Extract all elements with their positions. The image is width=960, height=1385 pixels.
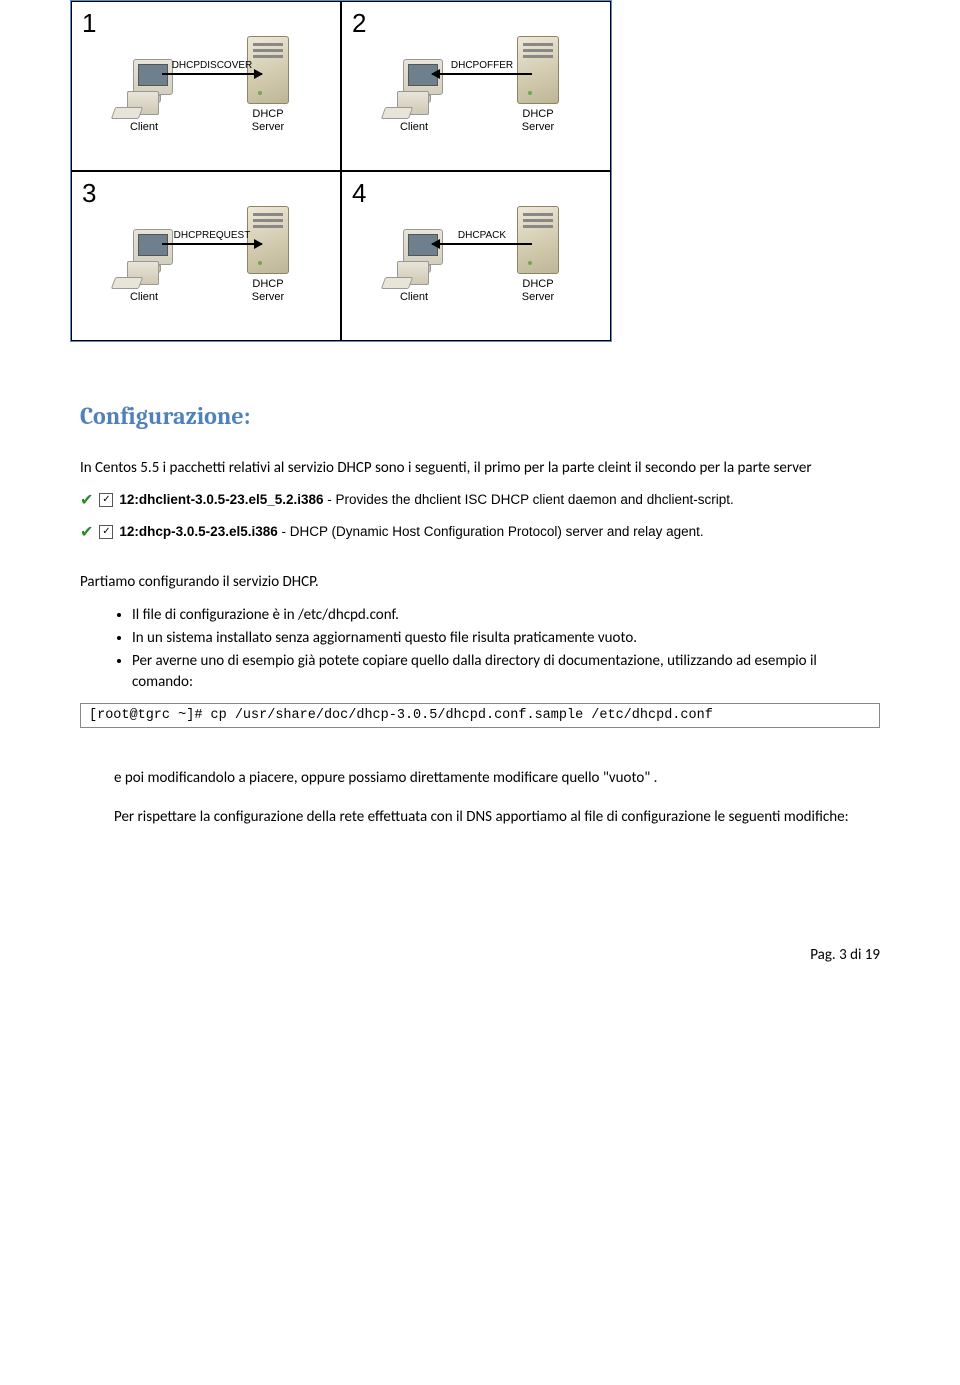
- client-label: Client: [130, 121, 158, 134]
- server-label: DHCPServer: [252, 278, 284, 304]
- client-label: Client: [400, 291, 428, 304]
- dhcp-message-arrow: DHCPREQUEST: [162, 230, 262, 260]
- package-row: ✔ ✓ 12:dhclient-3.0.5-23.el5_5.2.i386 - Pr…: [80, 491, 880, 513]
- arrow-right-icon: [162, 243, 262, 245]
- list-item: Il file di configurazione è in /etc/dhcp…: [132, 605, 880, 626]
- check-icon: ✔: [80, 490, 93, 512]
- dhcp-message-arrow: DHCPDISCOVER: [162, 60, 262, 90]
- quadrant-number: 2: [352, 8, 366, 39]
- checkbox-icon: ✓: [99, 493, 113, 507]
- section-heading: Configurazione:: [80, 402, 880, 430]
- page-footer: Pag. 3 di 19: [0, 886, 960, 984]
- terminal-command: [root@tgrc ~]# cp /usr/share/doc/dhcp-3.…: [80, 703, 880, 728]
- package-text: 12:dhclient-3.0.5-23.el5_5.2.i386 - Prov…: [119, 491, 733, 510]
- package-list: ✔ ✓ 12:dhclient-3.0.5-23.el5_5.2.i386 - Pr…: [80, 491, 880, 546]
- checkbox-icon: ✓: [99, 525, 113, 539]
- config-intro: Partiamo configurando il servizio DHCP.: [80, 572, 880, 593]
- server-label: DHCPServer: [522, 108, 554, 134]
- package-row: ✔ ✓ 12:dhcp-3.0.5-23.el5.i386 - DHCP (Dyna…: [80, 523, 880, 545]
- diagram-quadrant: 3 Client DHCPServer DHCPREQUEST: [71, 171, 341, 341]
- diagram-quadrant: 4 Client DHCPServer DHCPACK: [341, 171, 611, 341]
- quadrant-number: 3: [82, 178, 96, 209]
- dhcp-message-label: DHCPOFFER: [432, 60, 532, 71]
- diagram-quadrant: 2 Client DHCPServer DHCPOFFER: [341, 1, 611, 171]
- client-label: Client: [400, 121, 428, 134]
- dhcp-diagram: 1 Client DHCPServer DHCPDISCOVER 2 Client DHCP…: [70, 0, 612, 342]
- list-item: In un sistema installato senza aggiornam…: [132, 628, 880, 649]
- list-item: Per averne uno di esempio già potete cop…: [132, 651, 880, 693]
- client-label: Client: [130, 291, 158, 304]
- dhcp-message-arrow: DHCPACK: [432, 230, 532, 260]
- arrow-left-icon: [432, 243, 532, 245]
- dhcp-message-label: DHCPACK: [432, 230, 532, 241]
- arrow-left-icon: [432, 73, 532, 75]
- diagram-quadrant: 1 Client DHCPServer DHCPDISCOVER: [71, 1, 341, 171]
- dhcp-message-label: DHCPDISCOVER: [162, 60, 262, 71]
- server-label: DHCPServer: [522, 278, 554, 304]
- bullet-list: Il file di configurazione è in /etc/dhcp…: [80, 605, 880, 693]
- check-icon: ✔: [80, 522, 93, 544]
- quadrant-number: 4: [352, 178, 366, 209]
- package-text: 12:dhcp-3.0.5-23.el5.i386 - DHCP (Dynami…: [119, 523, 703, 542]
- quadrant-number: 1: [82, 8, 96, 39]
- paragraph-dns-config: Per rispettare la configurazione della r…: [114, 807, 880, 828]
- intro-paragraph: In Centos 5.5 i pacchetti relativi al se…: [80, 458, 880, 479]
- paragraph-modify: e poi modificandolo a piacere, oppure po…: [114, 768, 880, 789]
- arrow-right-icon: [162, 73, 262, 75]
- dhcp-message-arrow: DHCPOFFER: [432, 60, 532, 90]
- dhcp-message-label: DHCPREQUEST: [162, 230, 262, 241]
- server-label: DHCPServer: [252, 108, 284, 134]
